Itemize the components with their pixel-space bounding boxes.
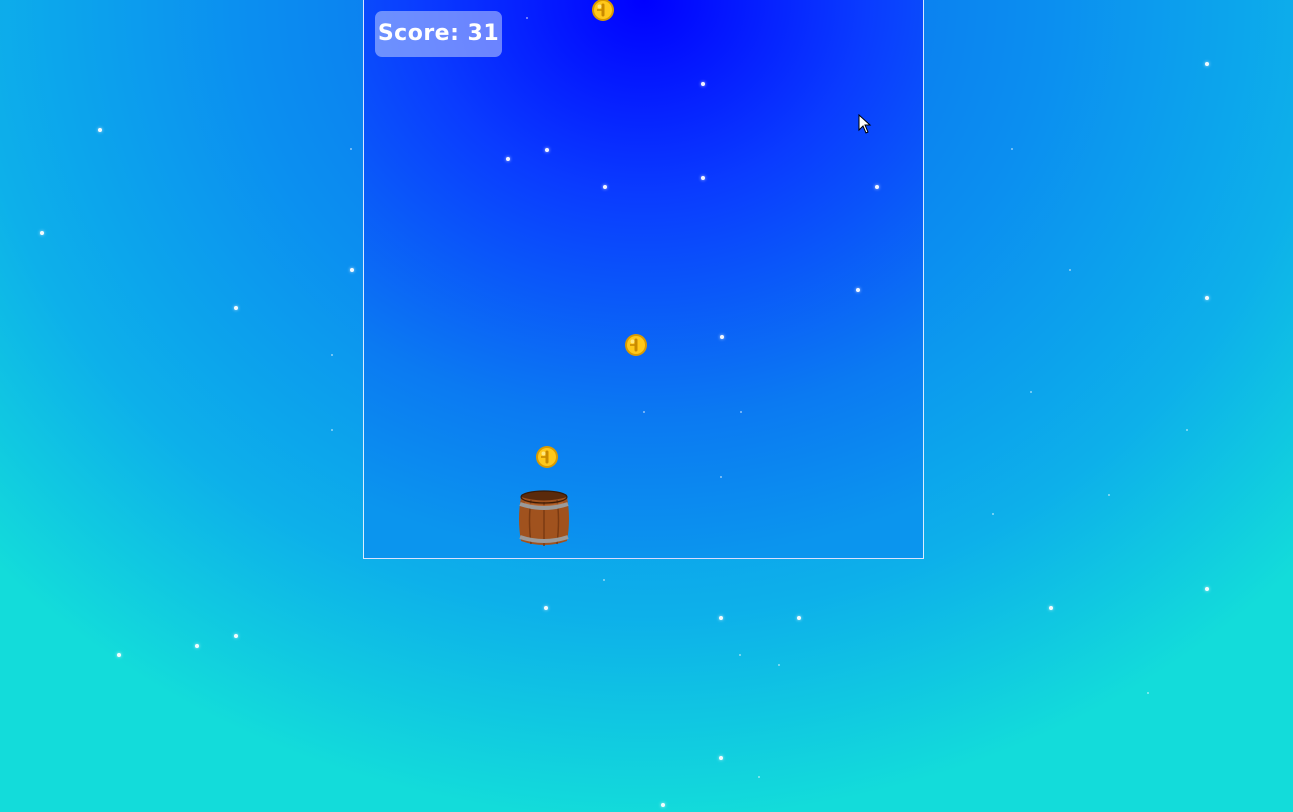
star <box>544 606 548 610</box>
star <box>234 306 238 310</box>
star <box>875 185 879 189</box>
star <box>720 476 722 478</box>
game-canvas[interactable]: Score: 31 <box>363 0 924 559</box>
star <box>1049 606 1053 610</box>
star <box>740 411 742 413</box>
star <box>195 644 199 648</box>
star <box>1011 148 1013 150</box>
star <box>1205 296 1209 300</box>
star <box>98 128 102 132</box>
star <box>701 176 705 180</box>
star <box>331 354 333 356</box>
star <box>719 616 723 620</box>
star <box>1186 429 1188 431</box>
star <box>1205 62 1209 66</box>
gold-coin-icon <box>592 0 614 21</box>
barrel-player[interactable] <box>517 489 571 548</box>
score-display: Score: 31 <box>375 11 502 57</box>
star <box>661 803 665 807</box>
star <box>1069 269 1071 271</box>
star <box>331 429 333 431</box>
star <box>234 634 238 638</box>
star <box>797 616 801 620</box>
star <box>117 653 121 657</box>
gold-coin-icon <box>536 446 558 468</box>
star <box>506 157 510 161</box>
star <box>1205 587 1209 591</box>
star <box>643 411 645 413</box>
star <box>701 82 705 86</box>
star <box>1030 391 1032 393</box>
star <box>856 288 860 292</box>
star <box>545 148 549 152</box>
star <box>1108 494 1110 496</box>
star <box>720 335 724 339</box>
star <box>719 756 723 760</box>
star <box>526 17 528 19</box>
star <box>992 513 994 515</box>
star <box>603 579 605 581</box>
mouse-pointer-icon <box>858 114 872 134</box>
star <box>603 185 607 189</box>
star <box>350 268 354 272</box>
star <box>350 148 352 150</box>
game-screen: { "hud": { "score_label": "Score: 31", "… <box>0 0 1293 812</box>
star <box>739 654 741 656</box>
star <box>778 664 780 666</box>
gold-coin-icon <box>625 334 647 356</box>
star <box>1147 692 1149 694</box>
star <box>40 231 44 235</box>
star <box>758 776 760 778</box>
